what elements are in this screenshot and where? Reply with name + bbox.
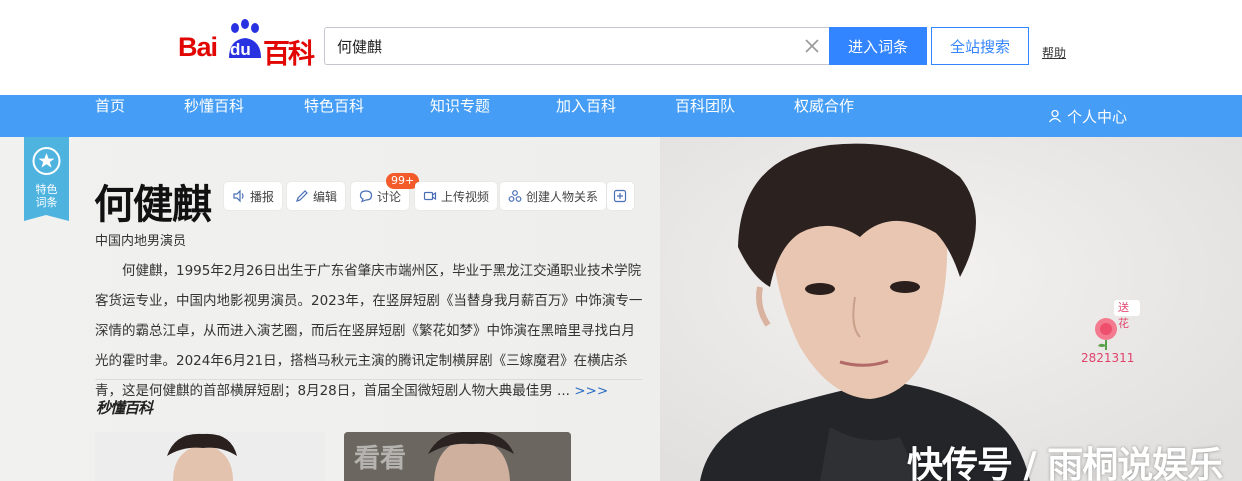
featured-entry-badge[interactable]: 特色词条 — [24, 137, 69, 227]
flower-count: 2821311 — [1081, 351, 1135, 365]
nav-miaodong[interactable]: 秒懂百科 — [184, 95, 244, 137]
baidu-baike-logo[interactable]: Bai du 百科 — [178, 18, 315, 70]
thumbnail-image — [95, 432, 325, 481]
upload-video-button[interactable]: 上传视频 — [415, 182, 498, 210]
entry-subtitle: 中国内地男演员 — [95, 234, 187, 249]
broadcast-label: 播报 — [250, 189, 275, 204]
upload-video-label: 上传视频 — [441, 189, 490, 204]
speaker-icon — [233, 189, 244, 203]
main-nav: 首页 秒懂百科 特色百科 知识专题 加入百科 百科团队 权威合作 个人中心 — [0, 95, 1242, 137]
entry-title: 何健麒 — [94, 182, 212, 228]
rose-icon — [1095, 318, 1117, 350]
user-center-label: 个人中心 — [1067, 107, 1128, 126]
create-relation-label: 创建人物关系 — [526, 189, 599, 204]
help-link[interactable]: 帮助 — [1042, 44, 1066, 61]
site-search-button[interactable]: 全站搜索 — [931, 27, 1029, 65]
clear-icon[interactable] — [802, 36, 822, 56]
video-icon — [423, 191, 437, 201]
nav-partner[interactable]: 权威合作 — [794, 95, 854, 137]
search-input[interactable] — [324, 27, 829, 65]
watermark: 快传号 / 雨桐说娱乐 — [907, 445, 1223, 481]
plus-icon — [613, 189, 627, 203]
user-icon — [1048, 109, 1062, 123]
broadcast-button[interactable]: 播报 — [224, 182, 283, 210]
miaodong-logo[interactable]: 秒懂百科 — [96, 397, 153, 418]
user-center-link[interactable]: 个人中心 — [1048, 95, 1127, 137]
nav-join[interactable]: 加入百科 — [556, 95, 616, 137]
relation-icon — [508, 190, 522, 202]
edit-button[interactable]: 编辑 — [287, 182, 346, 210]
video-thumbnail[interactable] — [95, 432, 325, 481]
badge-label: 特色词条 — [35, 183, 58, 209]
pencil-icon — [296, 190, 308, 202]
thumbnail-caption: 看看 — [354, 444, 407, 474]
star-badge-icon — [24, 137, 69, 221]
more-tools-button[interactable] — [607, 182, 634, 210]
nav-team[interactable]: 百科团队 — [675, 95, 735, 137]
video-thumbnail[interactable]: 看看 — [344, 432, 571, 481]
send-flower-widget[interactable]: 送花 2821311 — [1080, 300, 1140, 370]
section-divider — [95, 379, 642, 380]
chat-icon — [359, 190, 373, 203]
discuss-label: 讨论 — [377, 189, 402, 204]
entry-summary: 何健麒，1995年2月26日出生于广东省肇庆市端州区，毕业于黑龙江交通职业技术学… — [95, 256, 645, 406]
baike-page: Bai du 百科 进入词条 全站搜索 帮助 首页 秒懂百科 特色百科 知识专题… — [0, 0, 1242, 481]
nav-featured[interactable]: 特色百科 — [304, 95, 364, 137]
actor-portrait — [660, 137, 1242, 481]
top-bar: Bai du 百科 进入词条 全站搜索 帮助 — [0, 0, 1242, 95]
nav-home[interactable]: 首页 — [95, 95, 125, 137]
create-relation-button[interactable]: 创建人物关系 — [500, 182, 607, 210]
edit-label: 编辑 — [313, 189, 338, 204]
send-flower-label: 送花 — [1114, 300, 1140, 330]
read-more-link[interactable]: >>> — [574, 383, 608, 399]
enter-entry-button[interactable]: 进入词条 — [829, 27, 927, 65]
nav-topics[interactable]: 知识专题 — [430, 95, 490, 137]
